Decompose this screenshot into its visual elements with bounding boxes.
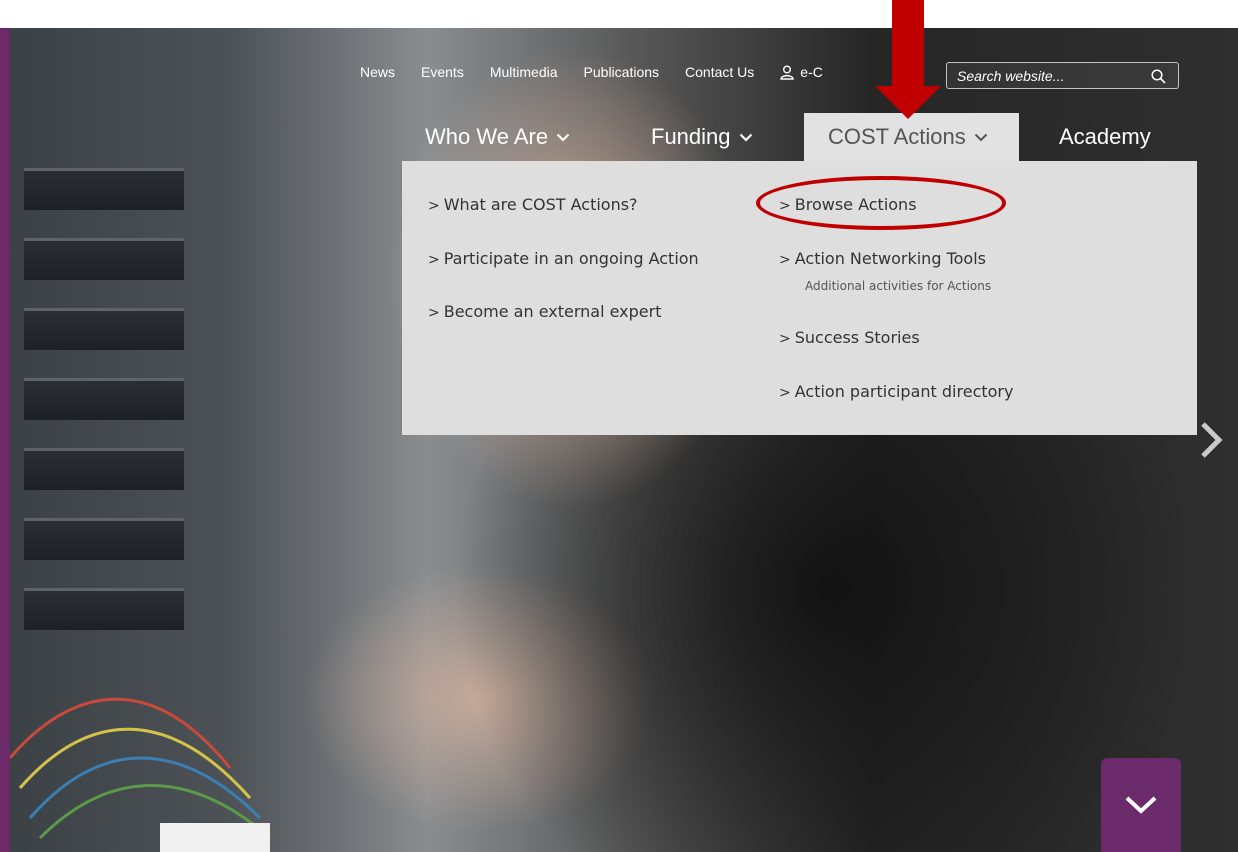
wires-decoration (10, 697, 271, 852)
chevron-right-icon: > (428, 198, 440, 214)
nav-contact-us-link[interactable]: Contact Us (685, 64, 754, 80)
chevron-down-icon (739, 133, 752, 142)
nav-news-link[interactable]: News (360, 64, 395, 80)
chevron-right-icon: > (779, 331, 791, 347)
menu-what-are-cost-actions[interactable]: > What are COST Actions? (428, 195, 638, 214)
nav-ecost-link[interactable]: e-C (780, 64, 823, 80)
chevron-down-icon (1125, 796, 1157, 814)
nav-academy-label: Academy (1059, 124, 1151, 149)
annotation-arrow-icon (875, 0, 941, 119)
background-shelf (24, 518, 184, 560)
menu-action-participant-directory[interactable]: > Action participant directory (779, 382, 1013, 401)
utility-nav: News Events Multimedia Publications Cont… (360, 64, 873, 80)
background-shelf (24, 308, 184, 350)
nav-who-we-are-label: Who We Are (425, 124, 549, 149)
main-nav: Who We Are Funding COST Actions Academy (0, 113, 1238, 161)
menu-become-external-expert[interactable]: > Become an external expert (428, 302, 662, 321)
nav-cost-actions[interactable]: COST Actions (804, 113, 1019, 161)
search-box[interactable] (946, 62, 1179, 89)
menu-item-label: Action Networking Tools (794, 249, 986, 268)
slider-next-chevron-right-icon[interactable] (1198, 420, 1224, 460)
background-shelf (24, 238, 184, 280)
menu-item-label: Become an external expert (443, 302, 662, 321)
networking-tools-subtitle: Additional activities for Actions (805, 279, 992, 293)
search-input[interactable] (957, 67, 1147, 84)
chevron-right-icon: > (779, 252, 791, 268)
nav-academy[interactable]: Academy (1059, 113, 1151, 161)
nav-cost-actions-label: COST Actions (828, 124, 966, 149)
search-icon[interactable] (1151, 69, 1166, 84)
nav-funding-label: Funding (651, 124, 731, 149)
background-shelf (24, 448, 184, 490)
chevron-right-icon: > (779, 385, 791, 401)
ecost-label: e-C (800, 64, 823, 80)
scroll-down-button[interactable] (1101, 758, 1181, 852)
menu-participate-ongoing-action[interactable]: > Participate in an ongoing Action (428, 249, 699, 268)
nav-funding[interactable]: Funding (651, 113, 753, 161)
chevron-right-icon: > (428, 252, 440, 268)
menu-action-networking-tools[interactable]: > Action Networking Tools (779, 249, 986, 268)
annotation-highlight-ellipse (756, 176, 1006, 230)
background-shelf (24, 588, 184, 630)
menu-success-stories[interactable]: > Success Stories (779, 328, 920, 347)
nav-events-link[interactable]: Events (421, 64, 464, 80)
menu-item-label: Action participant directory (794, 382, 1014, 401)
nav-who-we-are[interactable]: Who We Are (425, 113, 570, 161)
chevron-down-icon (556, 133, 570, 142)
menu-item-label: Participate in an ongoing Action (443, 249, 699, 268)
user-icon (780, 65, 794, 80)
menu-item-label: What are COST Actions? (443, 195, 638, 214)
menu-item-label: Success Stories (794, 328, 920, 347)
nav-publications-link[interactable]: Publications (584, 64, 660, 80)
nav-multimedia-link[interactable]: Multimedia (490, 64, 558, 80)
chevron-down-icon (974, 133, 987, 141)
chevron-right-icon: > (428, 305, 440, 321)
background-shelf (24, 168, 184, 210)
background-shelf (24, 378, 184, 420)
